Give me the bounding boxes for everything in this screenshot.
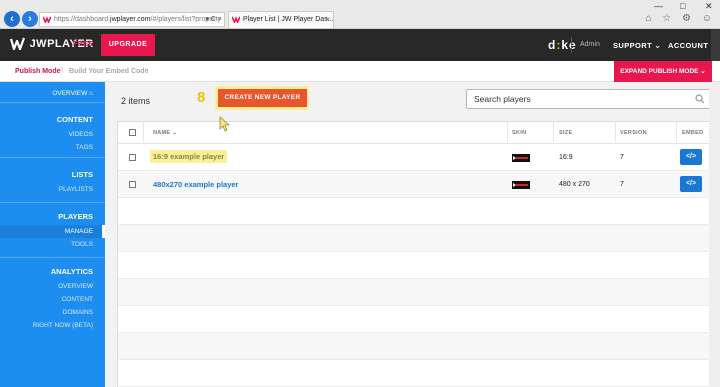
create-new-player-button[interactable]: CREATE NEW PLAYER [218, 89, 307, 107]
home-icon: ⌂ [89, 90, 93, 97]
sidebar-item-overview[interactable]: OVERVIEW ⌂ [52, 90, 93, 97]
table-row: 480x270 example player 480 x 270 7 </> [118, 171, 712, 198]
column-header-version: VERSION [620, 130, 647, 136]
sidebar: OVERVIEW ⌂ CONTENT VIDEOS TAGS LISTS PLA… [0, 82, 105, 387]
skin-progress-bar [516, 157, 528, 159]
sidebar-item-right-now[interactable]: RIGHT NOW (BETA) [33, 322, 93, 329]
skin-preview [512, 154, 530, 162]
plan-label: FREE [73, 41, 94, 48]
browser-toolbar: ‹ › https://dashboard.jwplayer.com/#/pla… [0, 0, 720, 29]
embed-code-button[interactable]: </> [680, 149, 702, 165]
jwplayer-tab-favicon-icon [232, 16, 240, 23]
table-header: NAME ⌄ SKIN SIZE VERSION EMBED [118, 122, 712, 144]
address-controls[interactable]: ▾ C × [205, 13, 222, 26]
sidebar-divider [0, 157, 105, 158]
page-scrollbar[interactable] [709, 82, 720, 387]
address-bar[interactable]: https://dashboard.jwplayer.com/#/players… [39, 12, 225, 27]
support-menu[interactable]: SUPPORT ⌄ [613, 41, 661, 50]
build-embed-link[interactable]: Build Your Embed Code [69, 68, 148, 75]
sidebar-heading-players: PLAYERS [58, 212, 93, 221]
player-name-link[interactable]: 16:9 example player [150, 150, 228, 163]
sidebar-item-tags[interactable]: TAGS [76, 144, 93, 151]
row-checkbox[interactable] [129, 181, 136, 188]
sidebar-item-tools[interactable]: TOOLS [71, 241, 93, 248]
tab-close-icon[interactable]: × [325, 12, 330, 27]
empty-row [118, 198, 712, 225]
players-table: NAME ⌄ SKIN SIZE VERSION EMBED 16:9 exam… [117, 121, 713, 387]
sidebar-divider [0, 202, 105, 203]
player-name-link[interactable]: 480x270 example player [153, 180, 238, 189]
browser-icons[interactable]: ⌂ ☆ ⚙ ☺ [645, 13, 716, 24]
window-close-icon[interactable]: ✕ [705, 1, 713, 12]
sidebar-heading-lists: LISTS [71, 170, 93, 179]
sidebar-item-manage[interactable]: MANAGE [65, 228, 93, 235]
minimize-icon[interactable]: — [654, 1, 663, 11]
select-all-checkbox[interactable] [129, 129, 136, 136]
publish-mode-link[interactable]: Publish Mode [15, 68, 61, 75]
embed-code-button[interactable]: </> [680, 176, 702, 192]
empty-row [118, 306, 712, 333]
sidebar-item-analytics-content[interactable]: CONTENT [62, 296, 93, 303]
empty-row [118, 225, 712, 252]
player-version: 7 [620, 181, 624, 188]
search-icon[interactable] [695, 94, 705, 104]
url-prefix: https://dashboard. [54, 16, 111, 23]
app-header: JWPLAYER FREE UPGRADE d:ke Admin SUPPORT… [0, 29, 720, 61]
url-domain: jwplayer.com [110, 16, 151, 23]
header-scrollbar [711, 29, 720, 61]
jwplayer-favicon-icon [43, 16, 51, 23]
column-header-size: SIZE [559, 130, 573, 136]
browser-tab[interactable]: Player List | JW Player Das... × [228, 11, 334, 28]
row-checkbox[interactable] [129, 154, 136, 161]
tutorial-step-number: 8 [197, 89, 206, 106]
empty-row [118, 333, 712, 360]
empty-row [118, 360, 712, 387]
jwplayer-logo-icon [10, 37, 26, 51]
sidebar-item-playlists[interactable]: PLAYLISTS [59, 186, 93, 193]
sidebar-divider [0, 257, 105, 258]
mode-bar: Publish Mode | Build Your Embed Code EXP… [0, 61, 720, 82]
player-size: 480 x 270 [559, 181, 590, 188]
player-size: 16:9 [559, 154, 573, 161]
column-divider [507, 122, 508, 144]
column-divider [143, 122, 144, 144]
sidebar-heading-analytics: ANALYTICS [50, 267, 93, 276]
sidebar-overview-label: OVERVIEW [52, 90, 88, 97]
column-header-skin: SKIN [512, 130, 527, 136]
table-row: 16:9 example player 16:9 7 </> [118, 144, 712, 171]
column-header-embed: EMBED [682, 130, 704, 136]
upgrade-button[interactable]: UPGRADE [101, 34, 155, 56]
search-input[interactable]: Search players [466, 89, 711, 109]
item-count: 2 items [121, 96, 151, 106]
sidebar-heading-content: CONTENT [56, 115, 93, 124]
player-version: 7 [620, 154, 624, 161]
column-header-name[interactable]: NAME ⌄ [153, 130, 177, 136]
tab-title: Player List | JW Player Das... [243, 16, 334, 23]
main-content: 2 items 8 CREATE NEW PLAYER Search playe… [105, 82, 720, 387]
back-button[interactable]: ‹ [4, 11, 20, 27]
skin-progress-bar [516, 184, 528, 186]
forward-button[interactable]: › [22, 11, 38, 27]
mouse-cursor-icon [219, 116, 231, 132]
admin-label[interactable]: Admin [571, 37, 600, 53]
column-divider [615, 122, 616, 144]
sidebar-divider [0, 102, 105, 103]
sidebar-item-analytics-overview[interactable]: OVERVIEW [58, 283, 93, 290]
skin-preview [512, 181, 530, 189]
empty-row [118, 252, 712, 279]
sidebar-item-analytics-domains[interactable]: DOMAINS [63, 309, 93, 316]
sidebar-item-videos[interactable]: VIDEOS [68, 131, 93, 138]
empty-row [118, 279, 712, 306]
mode-separator: | [61, 67, 63, 74]
column-divider [676, 122, 677, 144]
maximize-icon[interactable]: □ [680, 1, 685, 11]
expand-publish-mode-button[interactable]: EXPAND PUBLISH MODE ⌄ [614, 61, 712, 82]
column-divider [553, 122, 554, 144]
